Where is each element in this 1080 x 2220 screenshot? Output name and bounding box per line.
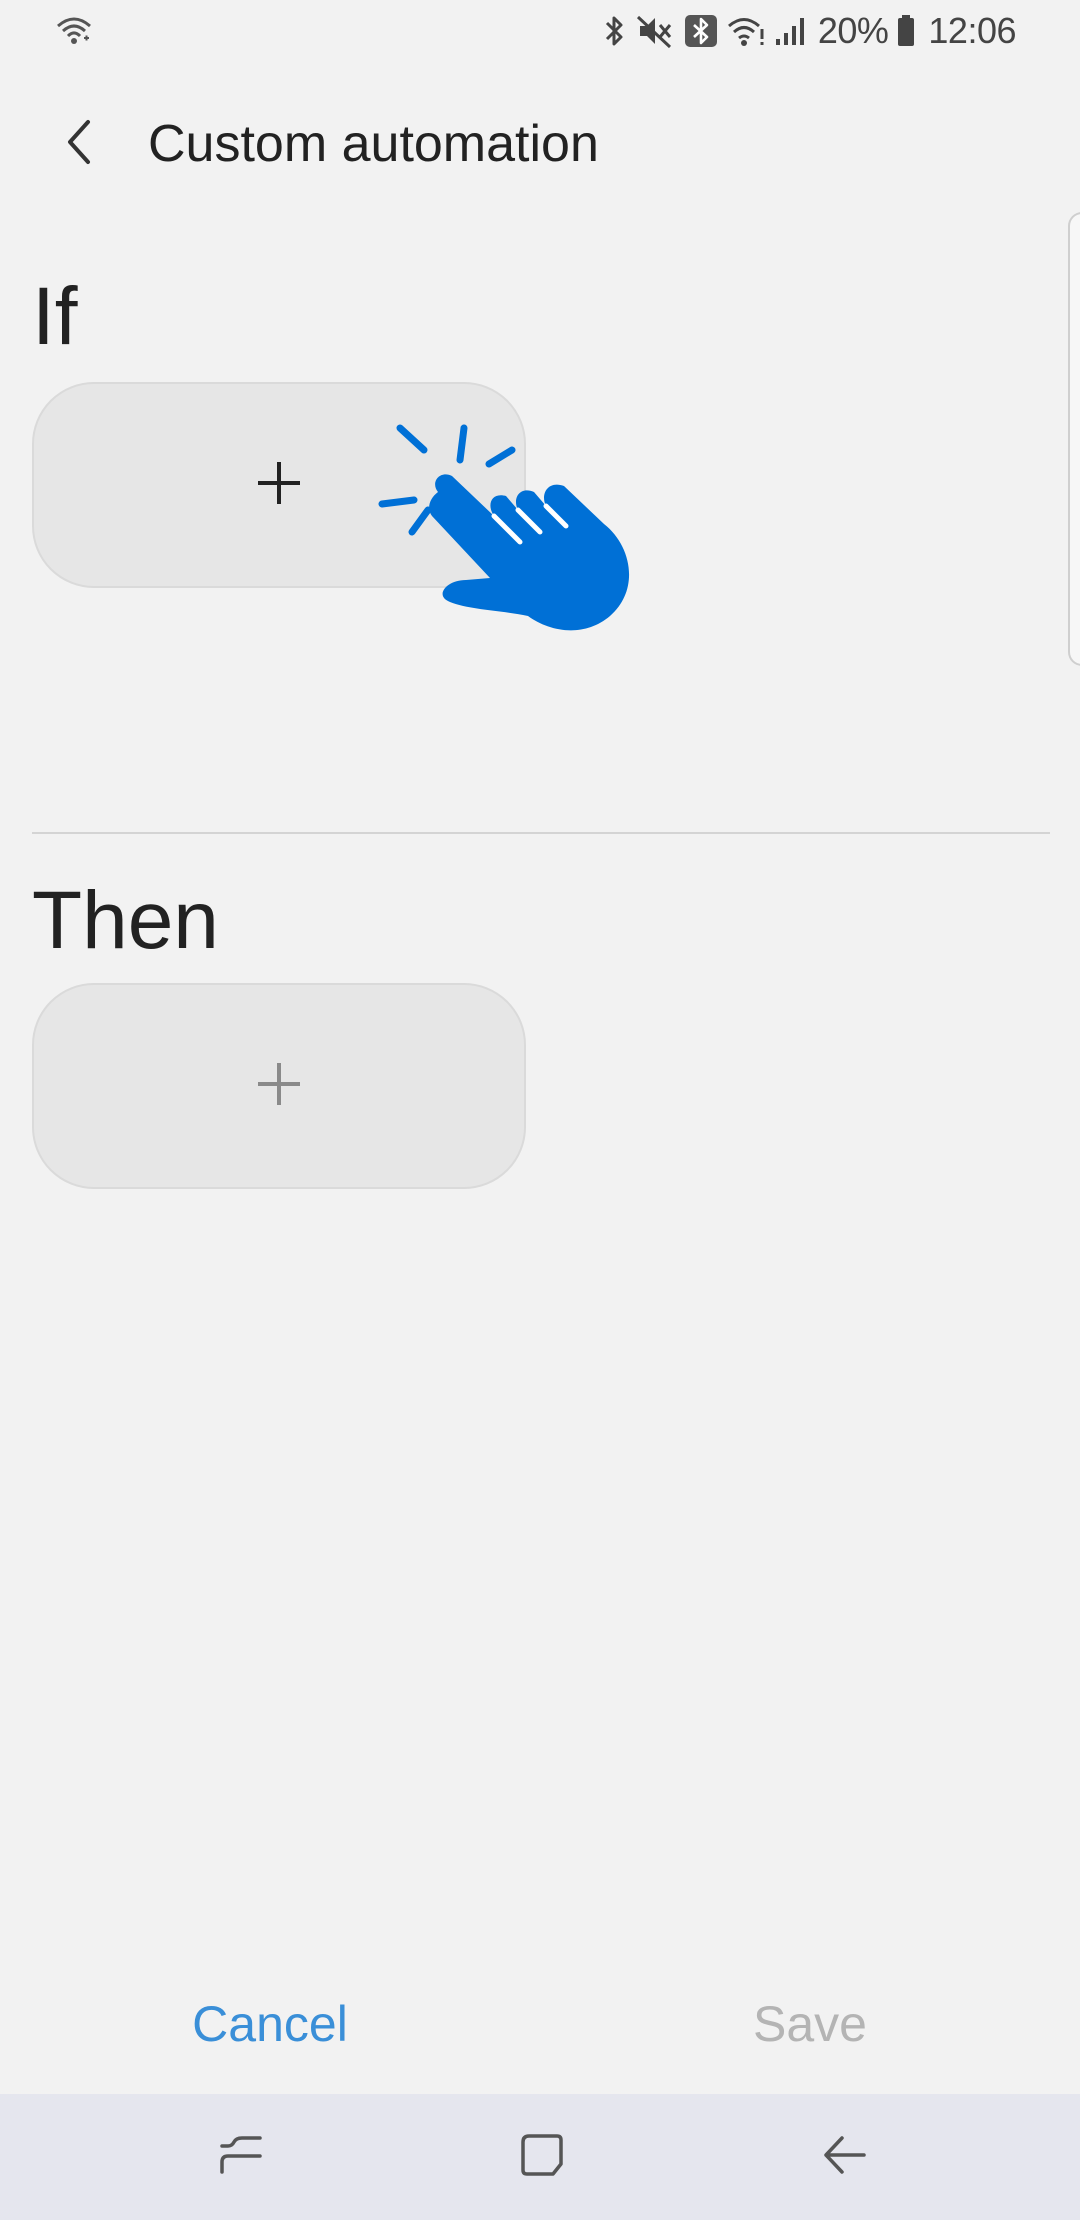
if-heading: If <box>32 271 78 362</box>
wifi-icon <box>726 13 766 49</box>
scrollbar[interactable] <box>1068 212 1080 666</box>
bluetooth-badge-icon <box>684 13 718 49</box>
back-button[interactable] <box>40 104 120 184</box>
wifi-calling-icon <box>54 14 94 48</box>
signal-icon <box>774 13 808 49</box>
battery-percent: 20% <box>817 10 889 51</box>
recents-button[interactable] <box>196 2122 286 2192</box>
then-heading: Then <box>32 875 219 966</box>
plus-icon <box>254 1059 304 1114</box>
cancel-button[interactable]: Cancel <box>120 1984 420 2064</box>
recents-icon <box>216 2130 266 2185</box>
mute-icon <box>636 13 676 49</box>
status-bar: 20% 12:06 <box>0 0 1080 62</box>
clock: 12:06 <box>928 10 1016 51</box>
save-button[interactable]: Save <box>660 1984 960 2064</box>
battery-icon <box>896 13 916 49</box>
chevron-left-icon <box>60 117 100 172</box>
bluetooth-icon <box>602 13 628 49</box>
app-bar: Custom automation <box>0 62 1080 212</box>
back-arrow-icon <box>820 2130 870 2185</box>
nav-back-button[interactable] <box>800 2122 890 2192</box>
home-button[interactable] <box>497 2122 587 2192</box>
status-icons: 20% 12:06 <box>602 8 1016 54</box>
bottom-actions: Cancel Save <box>0 1960 1080 2110</box>
navigation-bar <box>0 2094 1080 2220</box>
add-condition-button[interactable] <box>32 382 526 588</box>
section-divider <box>32 832 1050 834</box>
page-title: Custom automation <box>148 115 599 173</box>
home-icon <box>517 2130 567 2185</box>
add-action-button[interactable] <box>32 983 526 1189</box>
plus-icon <box>254 458 304 513</box>
